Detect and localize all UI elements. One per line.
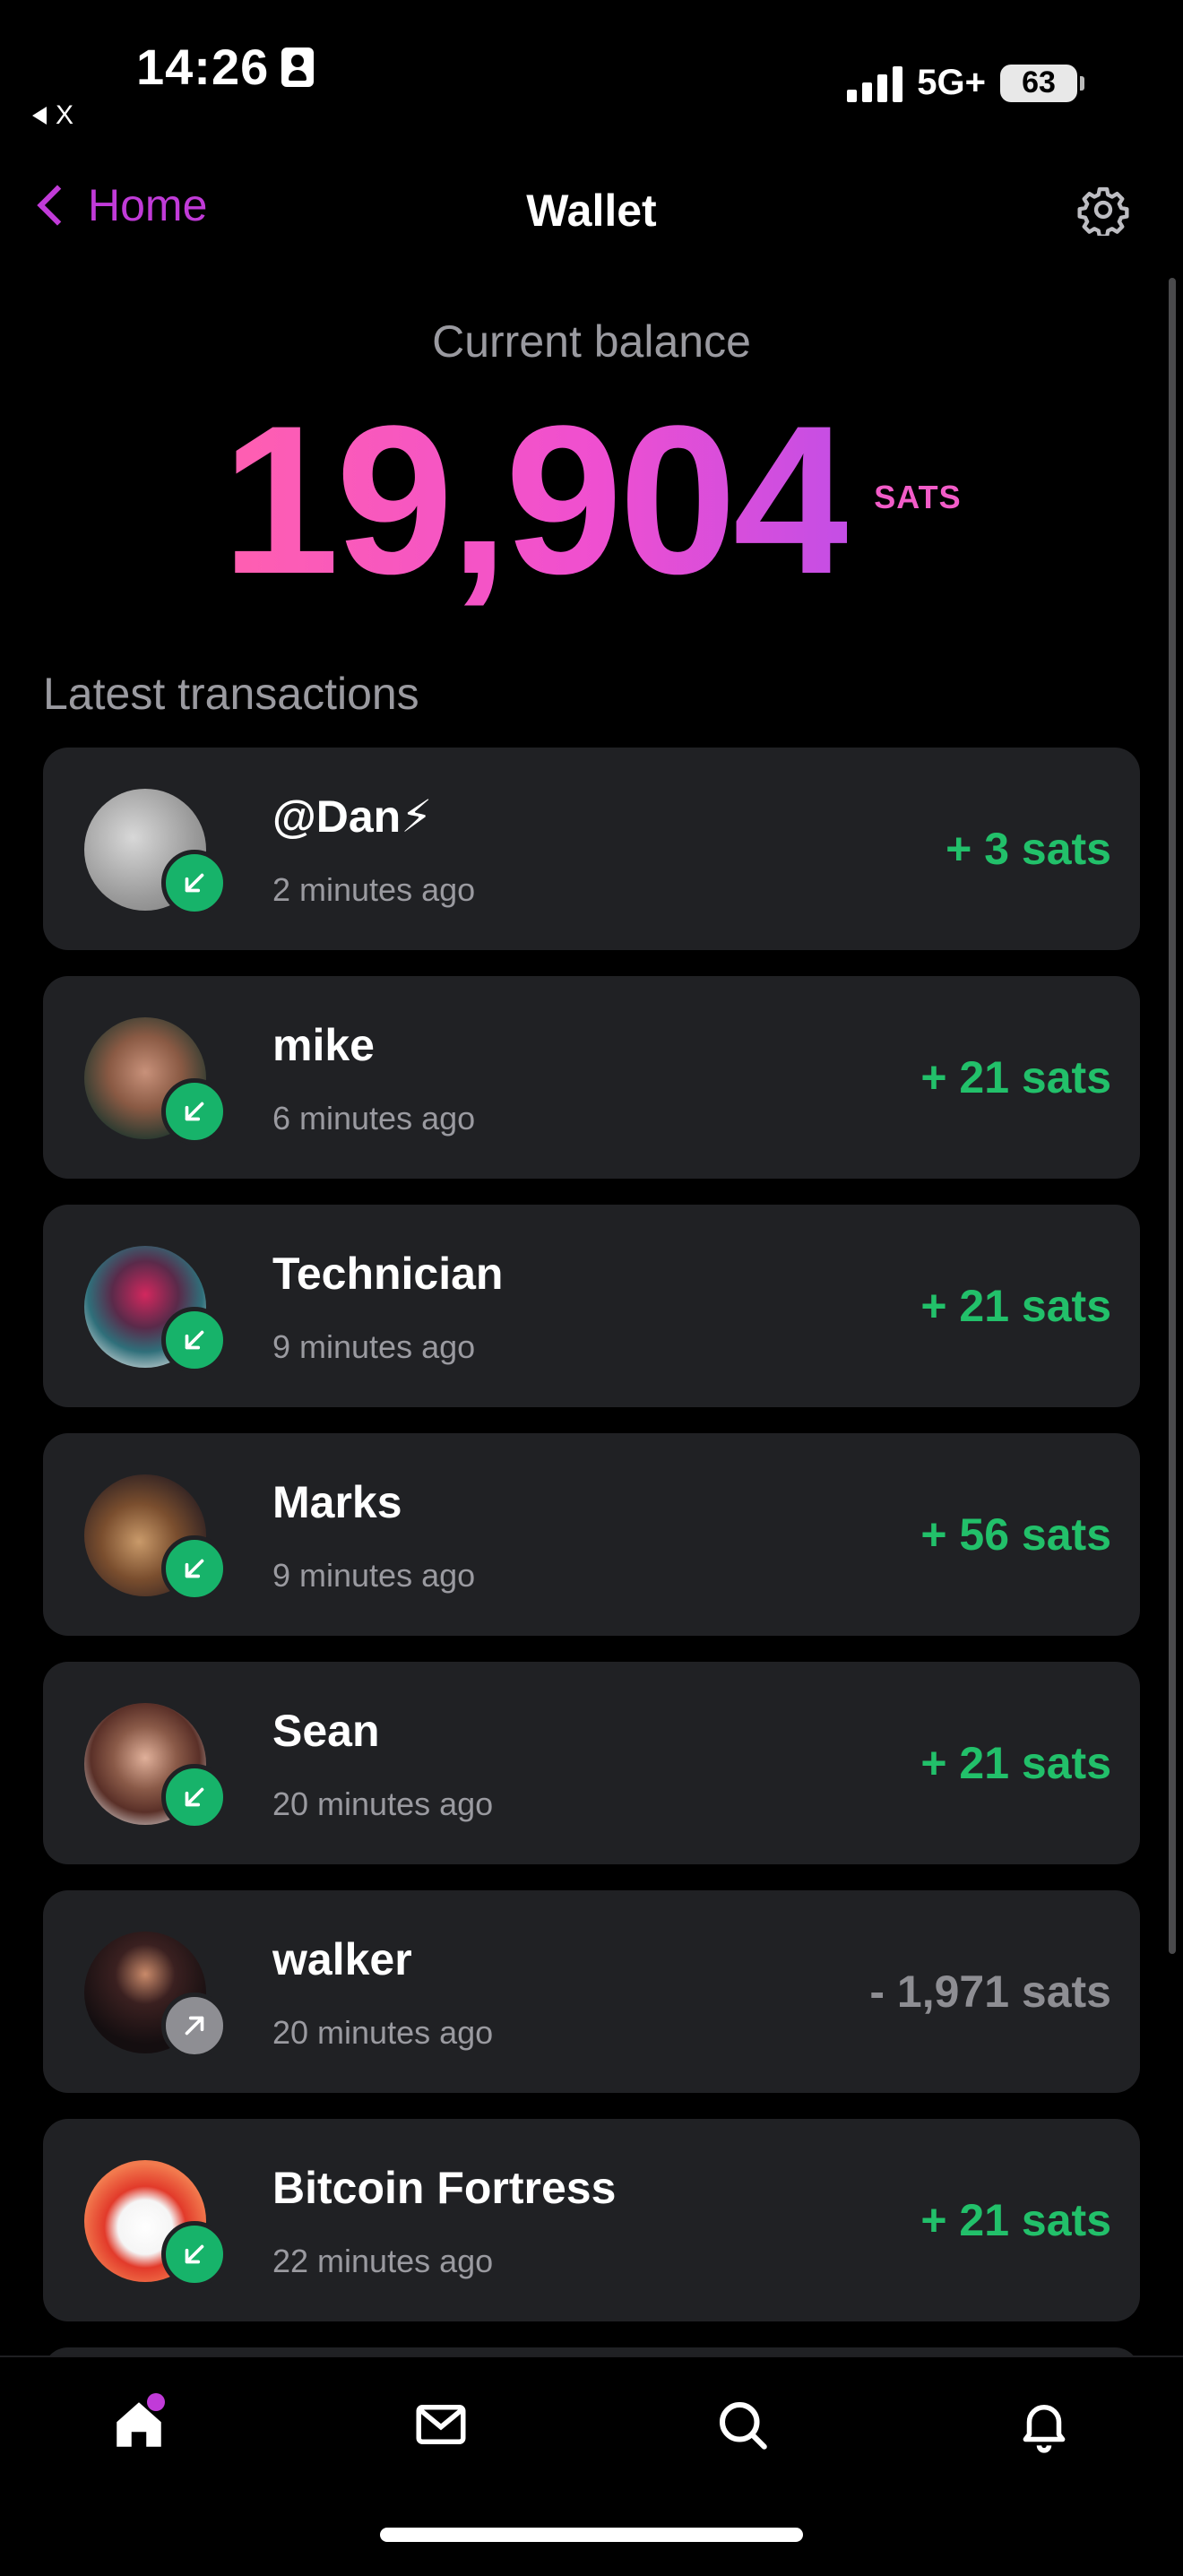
transaction-time: 9 minutes ago [272,1557,476,1594]
back-app-label: X [56,100,74,130]
transaction-time: 22 minutes ago [272,2243,494,2279]
contact-card-icon [281,47,315,87]
transaction-time: 6 minutes ago [272,1100,476,1137]
network-type: 5G+ [917,63,986,102]
incoming-arrow-icon [161,1078,228,1145]
battery-level: 63 [1022,65,1056,99]
transaction-row[interactable]: mike 6 minutes ago + 21 sats [43,976,1140,1179]
transaction-amount: + 3 sats [946,824,1111,874]
back-to-app[interactable]: X [32,100,73,131]
transaction-amount: + 21 sats [920,2195,1111,2245]
battery-icon: 63 [1000,64,1084,102]
tab-home[interactable] [99,2384,179,2465]
balance-amount: 19,904 [221,382,851,618]
notification-dot [147,2393,165,2411]
incoming-arrow-icon [161,1307,228,1373]
transaction-amount: + 21 sats [920,1052,1111,1102]
transaction-row[interactable]: @Dan⚡ 2 minutes ago + 3 sats [43,748,1140,950]
transaction-name: Sean [272,1706,380,1756]
bell-icon [1023,2405,1066,2453]
transaction-time: 20 minutes ago [272,1785,494,1822]
page-title: Wallet [526,186,657,236]
tab-messages[interactable] [401,2384,481,2465]
incoming-arrow-icon [161,850,228,916]
transaction-name: Bitcoin Fortress [272,2163,617,2213]
transaction-time: 9 minutes ago [272,1328,476,1365]
incoming-arrow-icon [161,1764,228,1830]
transaction-time: 2 minutes ago [272,871,476,908]
transaction-name: Marks [272,1477,402,1527]
transaction-time: 20 minutes ago [272,2014,494,2051]
balance-display: 19,904 SATS [0,394,1183,606]
mail-icon [416,2405,466,2444]
transaction-row[interactable]: Bitcoin Fortress 22 minutes ago + 21 sat… [43,2119,1140,2321]
transaction-list: @Dan⚡ 2 minutes ago + 3 sats mike 6 minu… [43,748,1140,2576]
status-bar-time: 14:26 [136,38,315,96]
incoming-arrow-icon [161,2221,228,2287]
transaction-amount: + 21 sats [920,1281,1111,1331]
search-icon [719,2401,767,2450]
cellular-signal-icon [847,65,903,102]
home-indicator[interactable] [380,2528,803,2542]
outgoing-arrow-icon [161,1993,228,2059]
transaction-row[interactable]: walker 20 minutes ago - 1,971 sats [43,1890,1140,2093]
transaction-row[interactable]: Technician 9 minutes ago + 21 sats [43,1205,1140,1407]
back-triangle-icon [32,107,47,125]
section-title-transactions: Latest transactions [43,669,419,719]
transaction-amount: + 56 sats [920,1509,1111,1560]
balance-label: Current balance [432,316,751,367]
incoming-arrow-icon [161,1535,228,1602]
transaction-name: @Dan⚡ [272,791,433,842]
transaction-row[interactable]: Sean 20 minutes ago + 21 sats [43,1662,1140,1864]
transaction-amount: + 21 sats [920,1738,1111,1788]
status-bar-indicators: 5G+ 63 [847,63,1084,103]
transaction-row[interactable]: Marks 9 minutes ago + 56 sats [43,1433,1140,1636]
transaction-name: mike [272,1020,375,1070]
balance-unit: SATS [874,479,962,515]
transaction-amount: - 1,971 sats [869,1967,1111,2017]
clock-text: 14:26 [136,39,270,95]
transaction-name: walker [272,1934,412,1984]
settings-gear-icon[interactable] [1077,184,1129,236]
transaction-name: Technician [272,1249,504,1299]
tab-notifications[interactable] [1004,2384,1084,2465]
tab-search[interactable] [702,2384,782,2465]
